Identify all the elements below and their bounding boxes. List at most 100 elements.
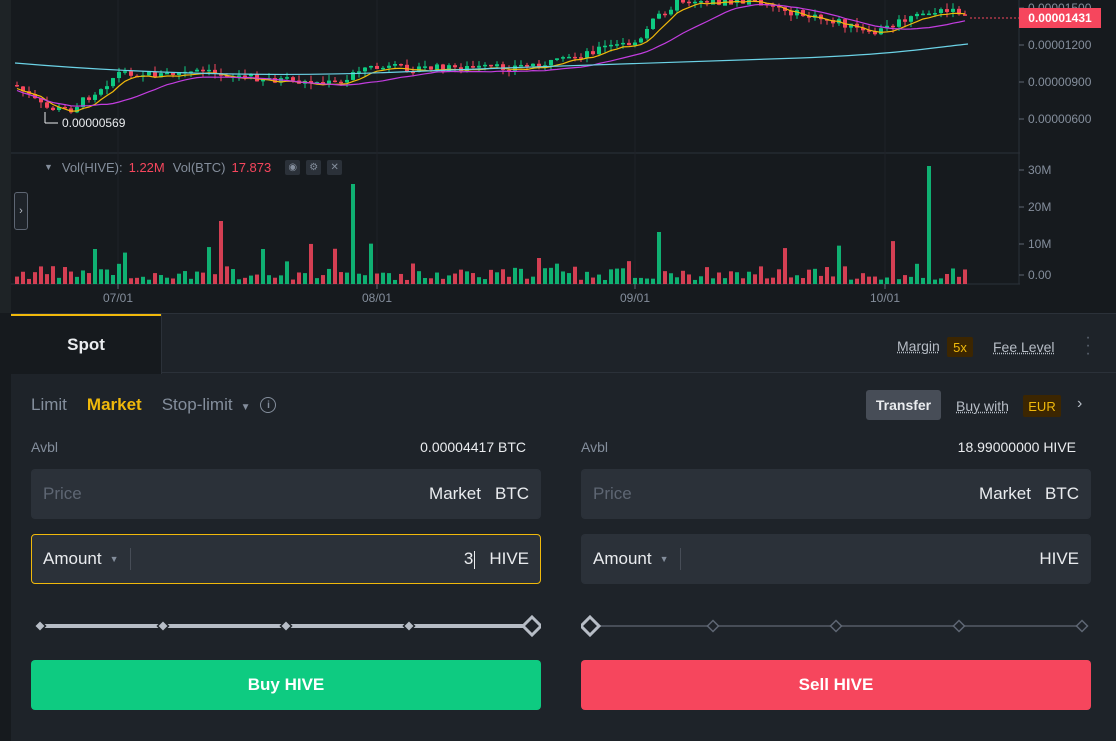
candle-body [891, 25, 895, 28]
candle-body [483, 64, 487, 67]
sell-avbl-value: 18.99000000 HIVE [957, 439, 1076, 455]
volume-bar [609, 269, 613, 284]
volume-bar [813, 268, 817, 284]
volume-bar [537, 257, 541, 284]
volume-axis-label: 30M [1028, 163, 1051, 177]
vol-hive-label: Vol(HIVE): [61, 159, 123, 175]
buy-slider-track[interactable] [31, 615, 541, 637]
buy-percent-slider[interactable] [31, 615, 541, 637]
volume-bar [627, 261, 631, 284]
volume-bar [717, 272, 721, 284]
buy-amount-field[interactable]: Amount ▼ 3 HIVE [31, 534, 541, 584]
candlestick-chart-svg[interactable]: 0.000015000.000012000.000009000.00000600… [0, 0, 1116, 313]
candle-body [375, 65, 379, 69]
volume-bar [39, 266, 43, 284]
volume-bar [189, 278, 193, 284]
sell-price-field[interactable]: Price Market BTC [581, 469, 1091, 519]
buy-button[interactable]: Buy HIVE [31, 660, 541, 710]
volume-bar [147, 279, 151, 284]
volume-bar [897, 279, 901, 284]
volume-bar [765, 278, 769, 284]
date-axis-label: 08/01 [362, 291, 392, 305]
eye-icon[interactable]: ◉ [285, 159, 301, 175]
volume-bar [51, 266, 55, 284]
volume-bar [963, 269, 967, 284]
candle-body [915, 13, 919, 17]
volume-bar [477, 277, 481, 284]
collapse-caret-icon[interactable]: ▼ [44, 162, 53, 172]
buy-price-value: Market [429, 484, 481, 503]
volume-bar [699, 276, 703, 284]
volume-bar [363, 275, 367, 284]
volume-bar [729, 271, 733, 284]
candle-body [129, 71, 133, 76]
slider-stop[interactable] [156, 619, 170, 633]
volume-bar [741, 278, 745, 284]
slider-stop[interactable] [952, 619, 966, 633]
buy-amount-type-select[interactable]: Amount ▼ [43, 549, 119, 569]
volume-bar [663, 271, 667, 284]
volume-bar [807, 269, 811, 284]
slider-stop[interactable] [706, 619, 720, 633]
volume-bar [93, 249, 97, 284]
slider-handle[interactable] [520, 615, 541, 637]
volume-bar [873, 276, 877, 284]
slider-stop[interactable] [829, 619, 843, 633]
volume-bar [351, 184, 355, 284]
sell-column: Avbl 18.99000000 HIVE Price Market BTC A… [581, 313, 1091, 741]
slider-stop[interactable] [1075, 619, 1089, 633]
volume-bar [261, 249, 265, 284]
volume-bar [111, 274, 115, 284]
volume-bar [393, 279, 397, 284]
close-icon[interactable]: ✕ [327, 159, 343, 175]
volume-bar [957, 276, 961, 284]
sell-amount-field[interactable]: Amount ▼ HIVE [581, 534, 1091, 584]
settings-icon[interactable]: ⚙ [306, 159, 322, 175]
sell-amount-type-select[interactable]: Amount ▼ [593, 549, 669, 569]
slider-handle[interactable] [581, 615, 602, 637]
candle-body [897, 19, 901, 27]
candle-body [333, 80, 337, 83]
candle-body [651, 18, 655, 30]
candle-body [477, 65, 481, 68]
slider-stop[interactable] [33, 619, 47, 633]
slider-stop[interactable] [279, 619, 293, 633]
volume-bar [819, 275, 823, 284]
sell-button[interactable]: Sell HIVE [581, 660, 1091, 710]
volume-bar [483, 279, 487, 284]
volume-bar [843, 266, 847, 284]
volume-bar [777, 269, 781, 284]
buy-column: Avbl 0.00004417 BTC Price Market BTC Amo… [31, 313, 541, 741]
candle-body [939, 9, 943, 14]
volume-bar [495, 272, 499, 284]
candle-body [687, 1, 691, 4]
candle-body [963, 14, 967, 16]
buy-price-field[interactable]: Price Market BTC [31, 469, 541, 519]
volume-bar [867, 276, 871, 284]
sell-amount-label: Amount [593, 549, 652, 568]
chevron-right-icon: › [19, 205, 23, 217]
expand-sidebar-button[interactable]: › [14, 192, 28, 230]
volume-bar [81, 270, 85, 284]
candle-body [369, 65, 373, 68]
volume-bar [921, 277, 925, 284]
candle-body [663, 13, 667, 16]
price-chart[interactable]: 0.000015000.000012000.000009000.00000600… [0, 0, 1116, 313]
volume-bar [573, 266, 577, 284]
volume-bar [525, 278, 529, 284]
buy-amount-input[interactable]: 3 [142, 549, 476, 569]
volume-bar [903, 275, 907, 284]
candle-body [549, 59, 553, 66]
slider-stop[interactable] [402, 619, 416, 633]
volume-axis-label: 0.00 [1028, 268, 1052, 282]
sell-slider-track[interactable] [581, 615, 1091, 637]
volume-bar [621, 268, 625, 284]
sell-percent-slider[interactable] [581, 615, 1091, 637]
volume-bar [471, 273, 475, 284]
sell-price-unit: BTC [1045, 484, 1079, 503]
volume-bar [801, 278, 805, 284]
volume-bar [63, 267, 67, 284]
volume-bar [783, 248, 787, 284]
sell-price-value: Market [979, 484, 1031, 503]
volume-bar [339, 272, 343, 284]
